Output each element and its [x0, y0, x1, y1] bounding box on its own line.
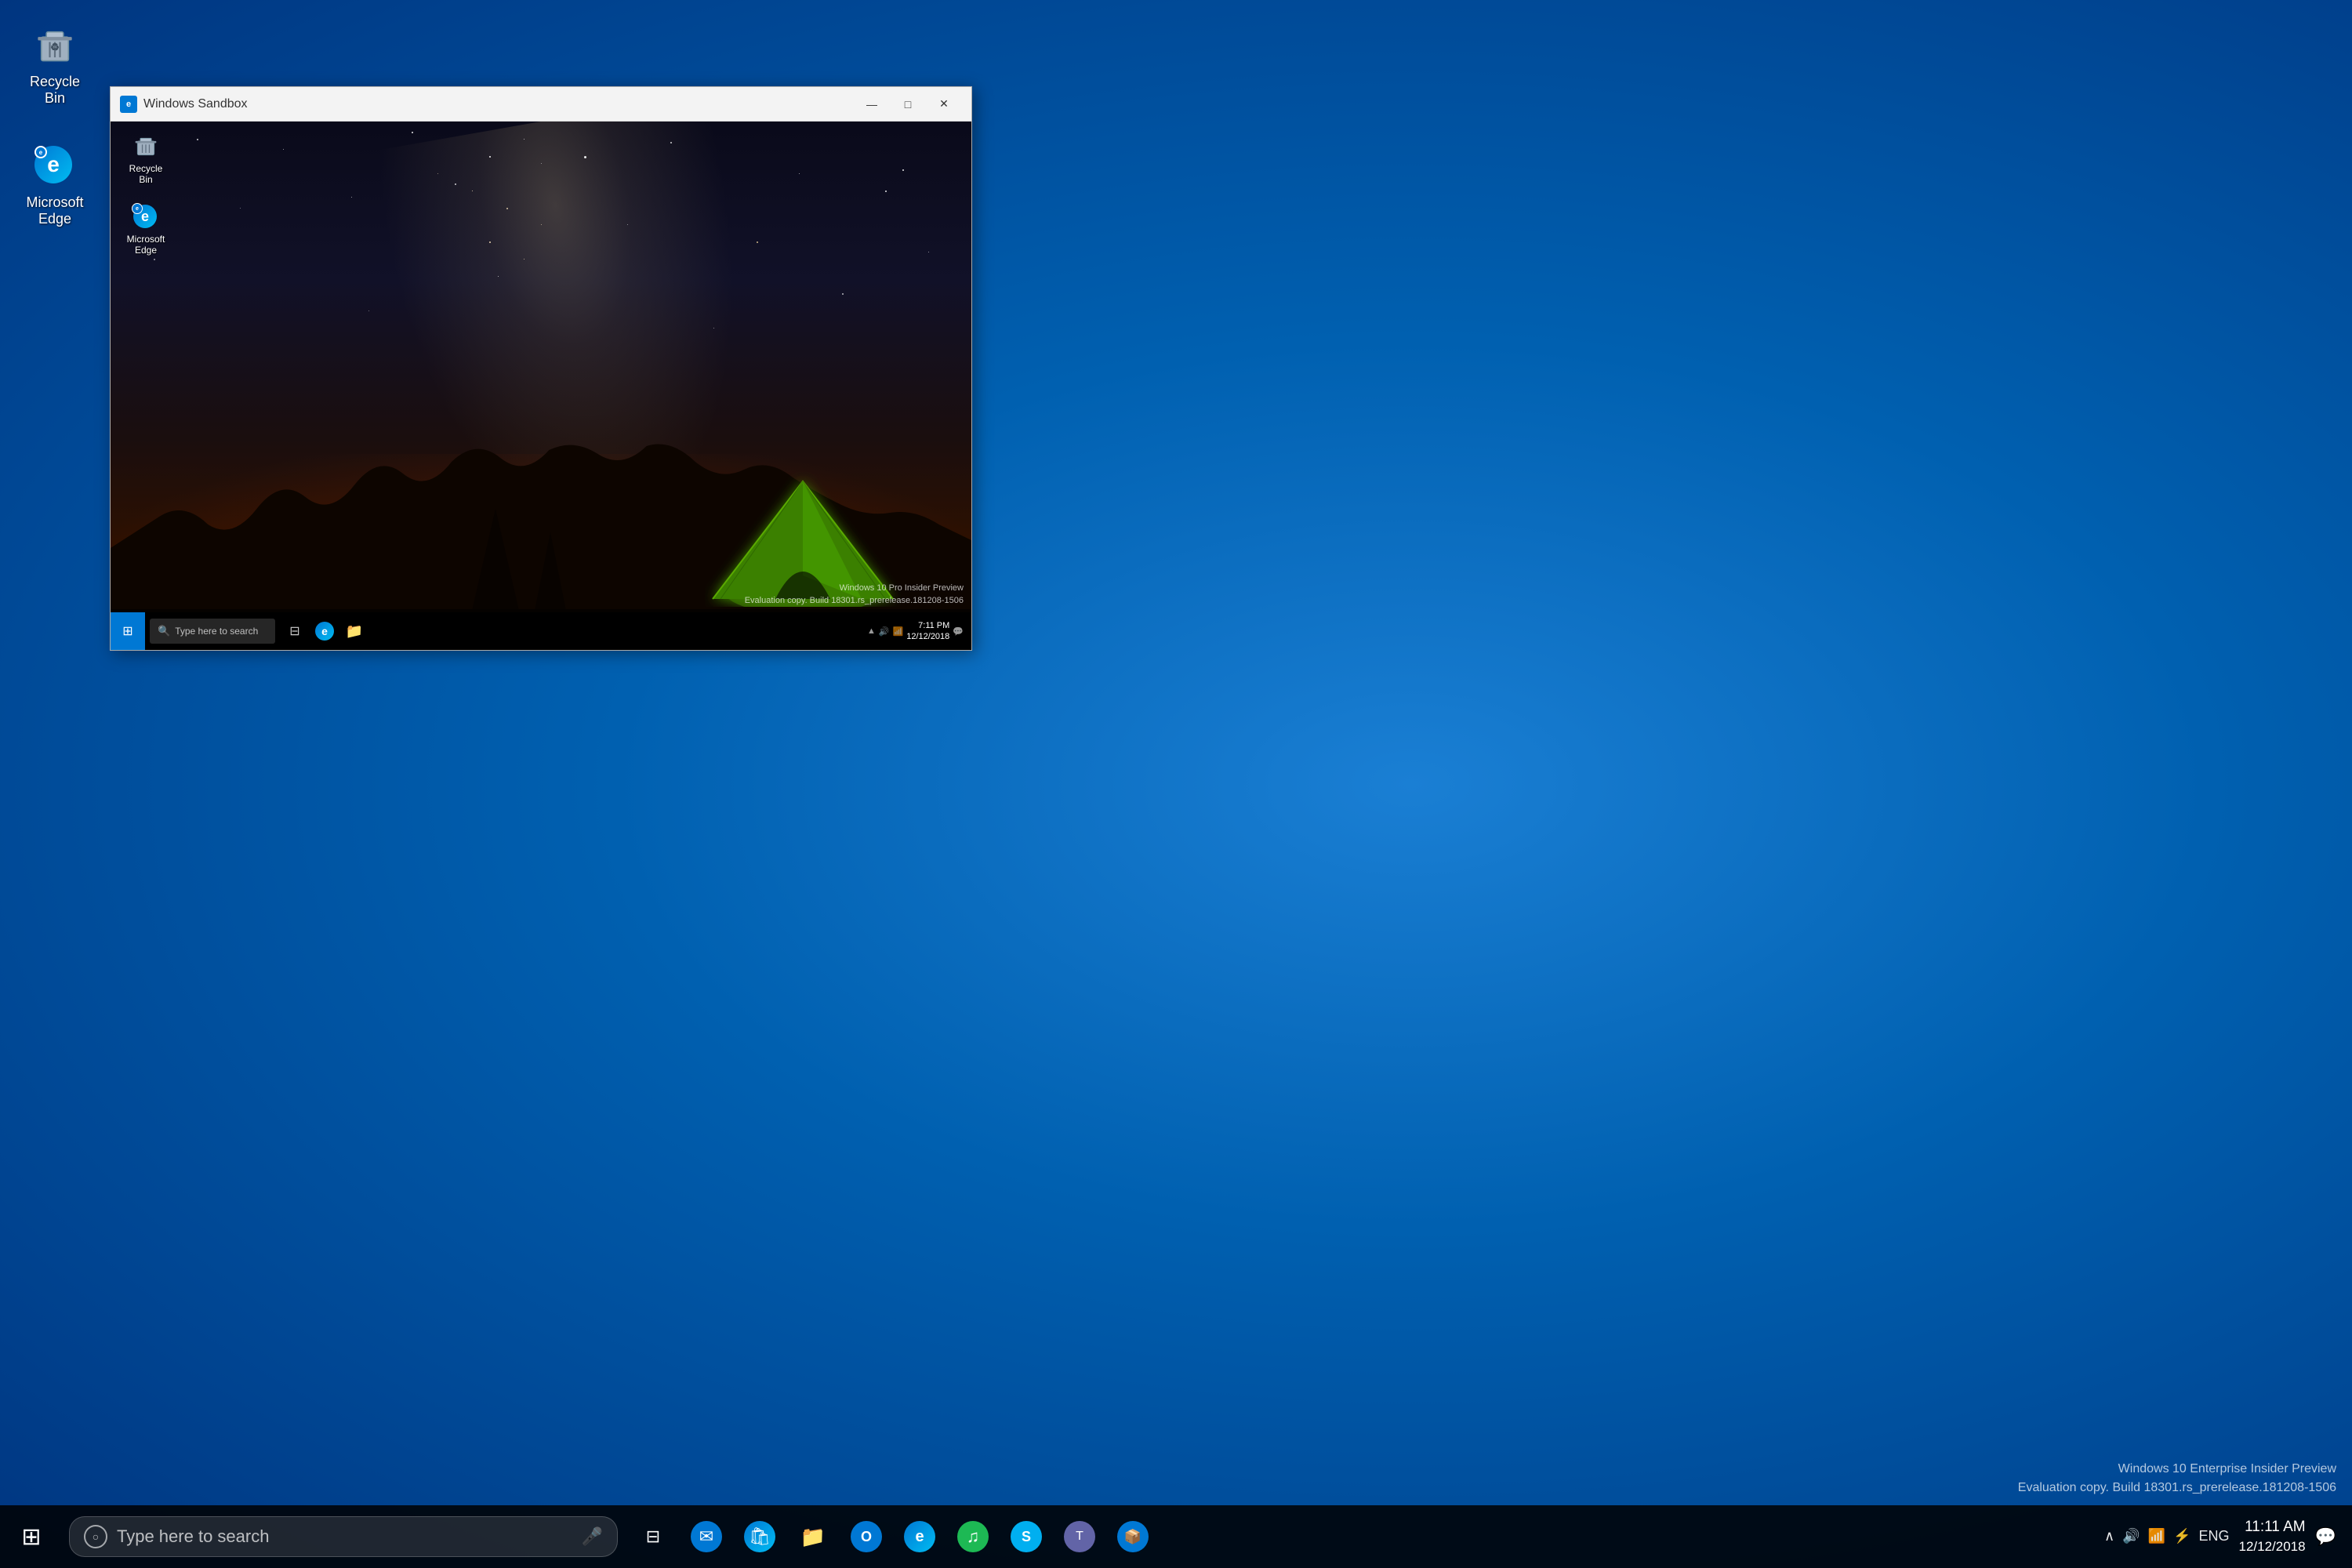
- sandbox-window-icon: e: [120, 96, 137, 113]
- notification-center-icon[interactable]: 💬: [2315, 1526, 2336, 1547]
- systray-clock[interactable]: 11:11 AM 12/12/2018: [2239, 1517, 2306, 1556]
- taskbar-app[interactable]: 📦: [1109, 1513, 1156, 1560]
- systray-chevron[interactable]: ∧: [2104, 1528, 2114, 1544]
- sandbox-clock: 7:11 PM 12/12/2018: [906, 620, 949, 643]
- maximize-button[interactable]: □: [890, 92, 926, 117]
- sandbox-time: 7:11 PM: [906, 620, 949, 631]
- desktop-icon-edge[interactable]: e e Microsoft Edge: [16, 136, 94, 234]
- sandbox-edge-icon: e e: [132, 203, 160, 231]
- sandbox-search-icon: 🔍: [158, 625, 170, 637]
- mail-icon: ✉: [691, 1521, 722, 1552]
- sandbox-search-box[interactable]: 🔍 Type here to search: [150, 619, 275, 644]
- edge-taskbar-icon: e: [904, 1521, 935, 1552]
- cortana-icon: ○: [84, 1525, 107, 1548]
- start-button[interactable]: ⊞: [0, 1505, 63, 1568]
- taskbar-apps: ⊟ ✉ 🛍 📁 O: [630, 1513, 1156, 1560]
- skype-icon: S: [1011, 1521, 1042, 1552]
- sandbox-window: e Windows Sandbox — □ ✕: [110, 86, 972, 651]
- task-view-icon: ⊟: [637, 1521, 669, 1552]
- sandbox-edge-desktop[interactable]: e e Microsoft Edge: [118, 200, 173, 259]
- microphone-icon[interactable]: 🎤: [582, 1526, 603, 1547]
- systray-icon-area: ∧ 🔊 📶 ⚡ ENG: [2104, 1528, 2229, 1544]
- taskbar-outlook[interactable]: O: [843, 1513, 890, 1560]
- window-titlebar: e Windows Sandbox — □ ✕: [111, 87, 971, 122]
- sandbox-recycle-bin-label: Recycle Bin: [122, 163, 170, 185]
- window-controls: — □ ✕: [854, 92, 962, 117]
- systray-language[interactable]: ENG: [2198, 1528, 2229, 1544]
- sandbox-edge-label: Microsoft Edge: [122, 234, 170, 256]
- systray-time: 11:11 AM: [2239, 1517, 2306, 1538]
- systray-network[interactable]: 📶: [2148, 1528, 2165, 1544]
- systray-volume[interactable]: 🔊: [2122, 1528, 2140, 1544]
- recycle-bin-label: Recycle Bin: [22, 74, 88, 107]
- systray-date: 12/12/2018: [2239, 1537, 2306, 1556]
- outlook-icon: O: [851, 1521, 882, 1552]
- sandbox-wallpaper: Recycle Bin e e Microsoft Edge: [111, 122, 971, 650]
- sandbox-task-view-icon[interactable]: ⊟: [281, 618, 308, 644]
- sandbox-content: Recycle Bin e e Microsoft Edge: [111, 122, 971, 650]
- sandbox-recycle-bin[interactable]: Recycle Bin: [118, 129, 173, 188]
- taskbar-task-view[interactable]: ⊟: [630, 1513, 677, 1560]
- host-taskbar: ⊞ ○ Type here to search 🎤 ⊟ ✉ 🛍: [0, 1505, 2352, 1568]
- sandbox-taskbar-icons: ⊟ e 📁: [281, 618, 368, 644]
- host-systray: ∧ 🔊 📶 ⚡ ENG 11:11 AM 12/12/2018 💬: [2104, 1517, 2352, 1556]
- sandbox-watermark-line1: Windows 10 Pro Insider Preview: [745, 583, 964, 594]
- sandbox-date: 12/12/2018: [906, 631, 949, 642]
- taskbar-spotify[interactable]: ♫: [949, 1513, 996, 1560]
- store-icon: 🛍: [744, 1521, 775, 1552]
- systray-battery[interactable]: ⚡: [2173, 1528, 2190, 1544]
- teams-icon: T: [1064, 1521, 1095, 1552]
- trees: [472, 509, 566, 611]
- sandbox-watermark-line2: Evaluation copy. Build 18301.rs_prerelea…: [745, 595, 964, 607]
- sandbox-start-icon: ⊞: [122, 623, 132, 639]
- folder-icon: 📁: [797, 1521, 829, 1552]
- sandbox-watermark: Windows 10 Pro Insider Preview Evaluatio…: [745, 583, 964, 607]
- sandbox-start-button[interactable]: ⊞: [111, 612, 145, 650]
- desktop-icon-recycle-bin[interactable]: ♻ Recycle Bin: [16, 16, 94, 113]
- recycle-bin-icon: ♻: [31, 22, 78, 69]
- taskbar-edge[interactable]: e: [896, 1513, 943, 1560]
- sandbox-taskbar: ⊞ 🔍 Type here to search ⊟ e 📁 ▲ 🔊: [111, 612, 971, 650]
- sandbox-recycle-bin-icon: [132, 132, 160, 161]
- sandbox-folder-taskbar[interactable]: 📁: [341, 618, 368, 644]
- sandbox-search-text: Type here to search: [175, 626, 258, 637]
- minimize-button[interactable]: —: [854, 92, 890, 117]
- sandbox-desktop-icons: Recycle Bin e e Microsoft Edge: [118, 129, 173, 259]
- taskbar-mail[interactable]: ✉: [683, 1513, 730, 1560]
- svg-text:♻: ♻: [50, 42, 60, 53]
- taskbar-explorer[interactable]: 📁: [789, 1513, 837, 1560]
- host-watermark: Windows 10 Enterprise Insider Preview Ev…: [2018, 1460, 2336, 1497]
- app-icon: 📦: [1117, 1521, 1149, 1552]
- sandbox-edge-taskbar[interactable]: e: [311, 618, 338, 644]
- edge-label: Microsoft Edge: [22, 194, 88, 227]
- host-watermark-line1: Windows 10 Enterprise Insider Preview: [2018, 1460, 2336, 1479]
- spotify-icon: ♫: [957, 1521, 989, 1552]
- taskbar-skype[interactable]: S: [1003, 1513, 1050, 1560]
- search-box[interactable]: ○ Type here to search 🎤: [69, 1516, 618, 1557]
- taskbar-teams[interactable]: T: [1056, 1513, 1103, 1560]
- sandbox-systray: ▲ 🔊 📶 7:11 PM 12/12/2018 💬: [867, 620, 971, 643]
- edge-icon: e e: [31, 143, 78, 190]
- search-placeholder: Type here to search: [117, 1526, 269, 1547]
- window-title: Windows Sandbox: [143, 97, 854, 111]
- desktop-icon-area: ♻ Recycle Bin e e Microsoft Edge: [16, 16, 94, 234]
- start-icon: ⊞: [21, 1523, 41, 1551]
- close-button[interactable]: ✕: [926, 92, 962, 117]
- taskbar-store[interactable]: 🛍: [736, 1513, 783, 1560]
- stars-layer: [111, 122, 971, 465]
- host-watermark-line2: Evaluation copy. Build 18301.rs_prerelea…: [2018, 1479, 2336, 1497]
